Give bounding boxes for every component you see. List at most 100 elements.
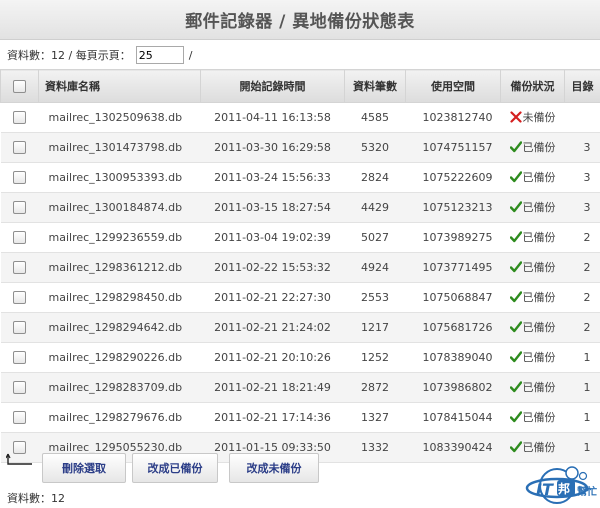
start-time-cell: 2011-02-21 20:10:26 [200,342,345,373]
table-row[interactable]: mailrec_1301473798.db 2011-03-30 16:29:58… [0,132,600,163]
backup-status: 已備份 [509,229,556,245]
mark-not-backed-up-button[interactable]: 改成未備份 [229,453,319,483]
row-checkbox[interactable] [13,261,26,275]
page-size-input[interactable] [135,46,184,64]
backup-status-text: 已備份 [522,411,556,424]
row-checkbox-cell [0,252,39,283]
backup-status: 已備份 [509,259,556,275]
check-icon [509,231,522,243]
start-time-cell: 2011-02-21 21:24:02 [200,312,345,343]
directory-cell: 1 [564,342,600,373]
backup-status-cell: 已備份 [500,342,565,373]
table-row[interactable]: mailrec_1300953393.db 2011-03-24 15:56:33… [0,162,600,193]
backup-status-text: 已備份 [522,141,556,154]
directory-cell: 3 [564,192,600,223]
row-checkbox[interactable] [13,111,26,125]
db-name-cell: mailrec_1298361212.db [38,252,201,283]
backup-status: 已備份 [509,169,556,185]
backup-status-cell: 未備份 [500,102,565,133]
record-count-cell: 2824 [344,162,406,193]
record-count-cell: 5320 [344,132,406,163]
db-name-cell: mailrec_1298279676.db [38,402,201,433]
row-checkbox-cell [0,342,39,373]
backup-status-cell: 已備份 [500,372,565,403]
row-checkbox-cell [0,102,39,133]
mark-backed-up-button[interactable]: 改成已備份 [132,453,218,483]
page-title: 郵件記錄器 / 異地備份狀態表 [185,12,415,32]
table-row[interactable]: mailrec_1300184874.db 2011-03-15 18:27:54… [0,192,600,223]
table-row[interactable]: mailrec_1298279676.db 2011-02-21 17:14:36… [0,402,600,433]
backup-status: 已備份 [509,409,556,425]
ithome-logo: IT 邦 幫忙 [515,466,599,506]
table-row[interactable]: mailrec_1298298450.db 2011-02-21 22:27:30… [0,282,600,313]
check-icon [509,381,522,393]
return-arrow-icon [5,453,36,470]
backup-status-cell: 已備份 [500,162,565,193]
record-count-cell: 4429 [344,192,406,223]
header-directory[interactable]: 目錄 [564,69,600,103]
directory-cell [564,102,600,133]
footer-record-count: 資料數：12 [7,492,65,505]
header-backup-status[interactable]: 備份狀況 [500,69,565,103]
header-record-count[interactable]: 資料筆數 [344,69,406,103]
db-name-cell: mailrec_1300953393.db [38,162,201,193]
header-start-time[interactable]: 開始記錄時間 [200,69,345,103]
directory-cell: 1 [564,372,600,403]
start-time-cell: 2011-03-15 18:27:54 [200,192,345,223]
space-used-cell: 1078415044 [405,402,501,433]
backup-status-cell: 已備份 [500,312,565,343]
row-checkbox[interactable] [13,321,26,335]
row-checkbox-cell [0,312,39,343]
db-name-cell: mailrec_1299236559.db [38,222,201,253]
check-icon [509,411,522,423]
db-name-cell: mailrec_1298298450.db [38,282,201,313]
space-used-cell: 1075123213 [405,192,501,223]
row-checkbox[interactable] [13,381,26,395]
table-row[interactable]: mailrec_1302509638.db 2011-04-11 16:13:58… [0,102,600,133]
db-name-cell: mailrec_1300184874.db [38,192,201,223]
record-count-cell: 1327 [344,402,406,433]
row-checkbox[interactable] [13,201,26,215]
directory-cell: 1 [564,402,600,433]
row-checkbox[interactable] [13,291,26,305]
backup-status: 已備份 [509,379,556,395]
row-checkbox[interactable] [13,351,26,365]
check-icon [509,261,522,273]
delete-selected-button[interactable]: 刪除選取 [42,453,126,483]
row-checkbox-cell [0,132,39,163]
row-checkbox-cell [0,192,39,223]
backup-status-text: 未備份 [522,111,556,124]
table-row[interactable]: mailrec_1298361212.db 2011-02-22 15:53:32… [0,252,600,283]
select-all-header [0,69,39,103]
backup-status-cell: 已備份 [500,402,565,433]
row-checkbox[interactable] [13,411,26,425]
row-checkbox[interactable] [13,141,26,155]
start-time-cell: 2011-02-21 17:14:36 [200,402,345,433]
row-checkbox[interactable] [13,231,26,245]
directory-cell: 2 [564,252,600,283]
backup-status-cell: 已備份 [500,132,565,163]
backup-status-table: 資料庫名稱 開始記錄時間 資料筆數 使用空間 備份狀況 目錄 mailrec_1… [0,69,600,463]
start-time-cell: 2011-04-11 16:13:58 [200,102,345,133]
backup-status-text: 已備份 [522,171,556,184]
header-db-name[interactable]: 資料庫名稱 [38,69,201,103]
table-row[interactable]: mailrec_1298283709.db 2011-02-21 18:21:49… [0,372,600,403]
info-line: 資料數：12 / 每頁示頁： / [7,45,192,65]
check-icon [509,141,522,153]
db-name-cell: mailrec_1302509638.db [38,102,201,133]
title-bar: 郵件記錄器 / 異地備份狀態表 [0,0,600,40]
directory-cell: 3 [564,162,600,193]
backup-status: 已備份 [509,139,556,155]
check-icon [509,171,522,183]
svg-text:邦: 邦 [558,481,570,496]
backup-status: 已備份 [509,349,556,365]
table-row[interactable]: mailrec_1298290226.db 2011-02-21 20:10:26… [0,342,600,373]
cross-icon [509,111,522,123]
header-space-used[interactable]: 使用空間 [405,69,501,103]
row-checkbox[interactable] [13,171,26,185]
select-all-checkbox[interactable] [13,79,26,93]
table-row[interactable]: mailrec_1299236559.db 2011-03-04 19:02:39… [0,222,600,253]
table-row[interactable]: mailrec_1298294642.db 2011-02-21 21:24:02… [0,312,600,343]
record-count-cell: 5027 [344,222,406,253]
db-name-cell: mailrec_1298290226.db [38,342,201,373]
